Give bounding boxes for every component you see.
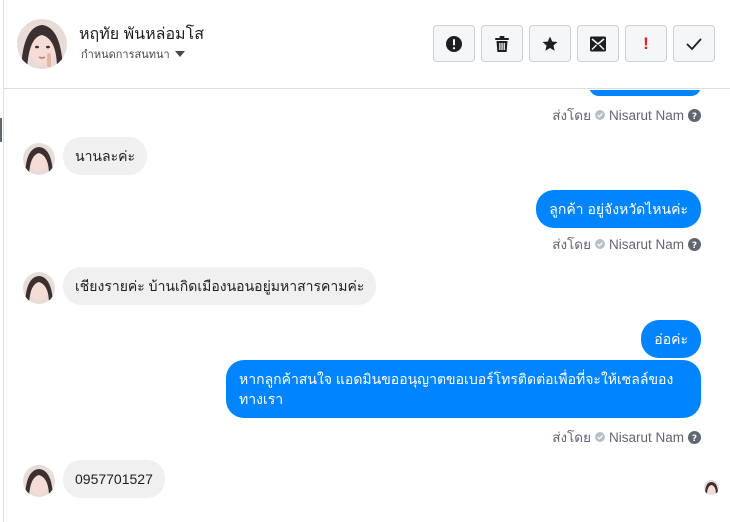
priority-button[interactable]: ! [625,25,667,62]
avatar[interactable] [23,465,55,497]
caret-down-icon [174,51,185,57]
mark-unread-button[interactable] [577,25,619,62]
message-bubble-outgoing[interactable]: หากลูกค้าสนใจ แอดมินขออนุญาตขอเบอร์โทรติ… [226,360,701,418]
sender-name[interactable]: Nisarut Nam [609,108,684,123]
contact-name: หฤทัย พันหล่อมโส [79,26,204,43]
sent-by-line: ส่งโดย Nisarut Nam ? [552,104,701,126]
message-thread[interactable]: ส่งโดย Nisarut Nam ? นานละค่ะ ลูกค้า อยู… [4,90,730,522]
message-bubble-incoming[interactable]: นานละค่ะ [63,137,147,175]
check-circle-icon [594,239,605,249]
help-icon[interactable]: ? [688,108,701,122]
sent-by-line: ส่งโดย Nisarut Nam ? [552,233,701,255]
spam-button[interactable] [433,25,475,62]
assign-label: กำหนดการสนทนา [81,49,170,61]
help-icon[interactable]: ? [688,237,701,251]
svg-text:?: ? [692,434,697,444]
conversation-toolbar: ! [433,25,715,62]
check-circle-icon [594,432,605,442]
message-bubble-outgoing[interactable]: ลูกค้า อยู่จังหวัดไหนค่ะ [536,190,701,228]
avatar[interactable] [23,143,55,175]
star-button[interactable] [529,25,571,62]
help-icon[interactable]: ? [688,430,701,444]
message-bubble-incoming[interactable]: 0957701527 [63,460,165,498]
svg-text:?: ? [692,112,697,122]
message-bubble-outgoing-clipped[interactable] [589,90,701,96]
conversation-header: หฤทัย พันหล่อมโส กำหนดการสนทนา ! [4,0,730,89]
read-receipt-avatar [704,480,719,495]
assign-conversation-dropdown[interactable]: กำหนดการสนทนา [81,45,185,63]
alert-circle-icon [446,35,462,52]
svg-text:?: ? [692,241,697,251]
sent-by-line: ส่งโดย Nisarut Nam ? [552,426,701,448]
message-bubble-incoming[interactable]: เชียงรายค่ะ บ้านเกิดเมืองนอนอยู่มหาสารคา… [63,267,377,305]
contact-avatar[interactable] [17,19,67,69]
check-circle-icon [594,110,605,120]
trash-icon [495,35,509,52]
done-button[interactable] [673,25,715,62]
star-icon [542,36,558,51]
exclamation-icon: ! [643,33,649,53]
scrollbar-handle[interactable] [0,118,2,142]
sender-name[interactable]: Nisarut Nam [609,430,684,445]
check-icon [686,38,702,50]
envelope-icon [590,36,606,51]
delete-button[interactable] [481,25,523,62]
avatar[interactable] [23,272,55,304]
sender-name[interactable]: Nisarut Nam [609,237,684,252]
message-bubble-outgoing[interactable]: อ่อค่ะ [641,320,701,358]
